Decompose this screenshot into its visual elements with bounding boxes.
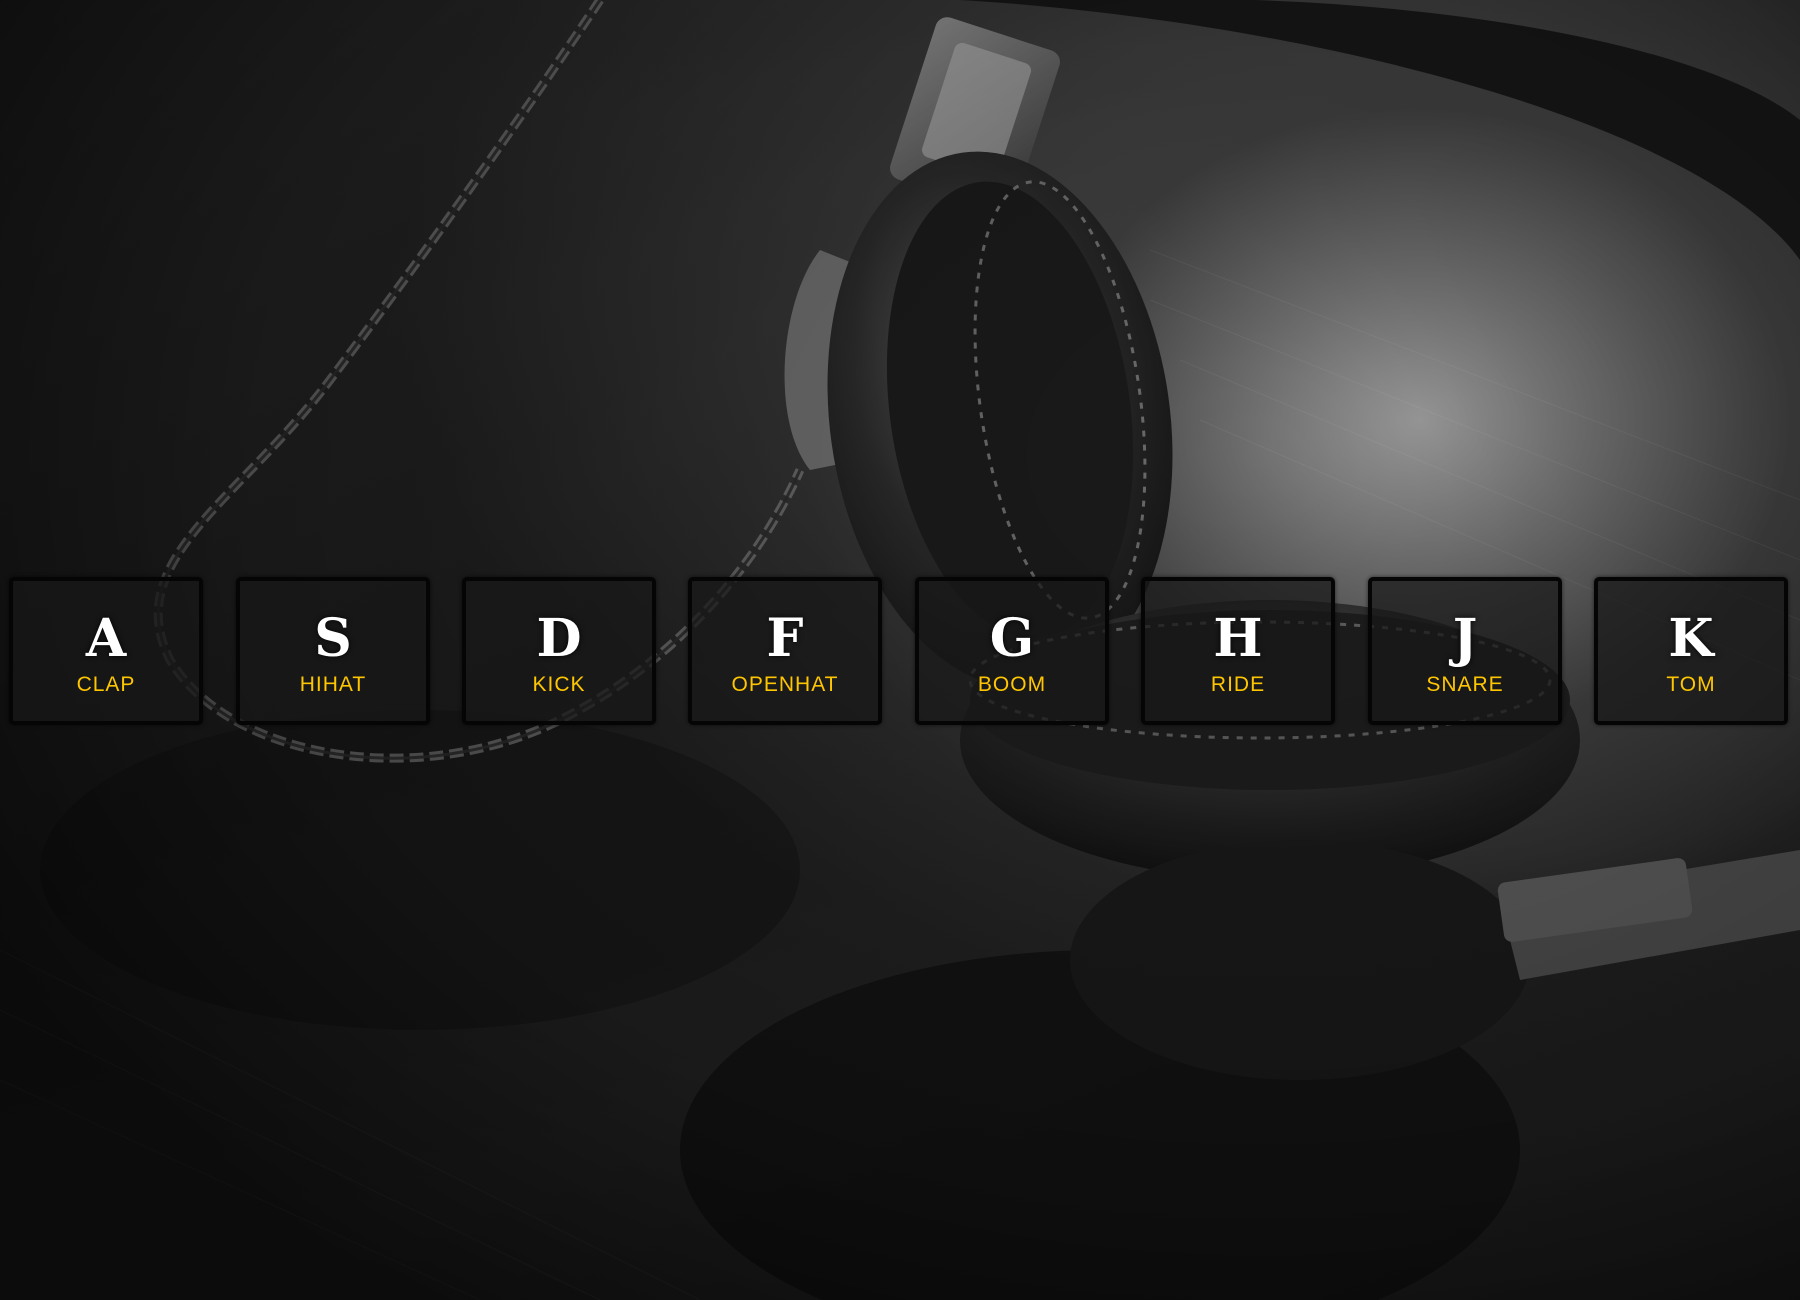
key-sound-label: SNARE bbox=[1426, 673, 1504, 696]
key-sound-label: HIHAT bbox=[299, 673, 367, 696]
key-sound-label: KICK bbox=[532, 673, 586, 696]
key-sound-label: BOOM bbox=[977, 673, 1047, 696]
key-h[interactable]: H RIDE bbox=[1141, 577, 1335, 725]
keys-row: A CLAP S HIHAT D KICK F OPENHAT G BOOM H… bbox=[0, 577, 1800, 725]
key-f[interactable]: F OPENHAT bbox=[688, 577, 882, 725]
key-sound-label: CLAP bbox=[76, 673, 136, 696]
key-g[interactable]: G BOOM bbox=[915, 577, 1109, 725]
key-s[interactable]: S HIHAT bbox=[236, 577, 430, 725]
key-letter: G bbox=[989, 608, 1035, 669]
key-k[interactable]: K TOM bbox=[1594, 577, 1788, 725]
key-d[interactable]: D KICK bbox=[462, 577, 656, 725]
key-letter: F bbox=[766, 608, 804, 669]
key-letter: K bbox=[1668, 608, 1714, 669]
key-a[interactable]: A CLAP bbox=[9, 577, 203, 725]
key-j[interactable]: J SNARE bbox=[1368, 577, 1562, 725]
key-sound-label: TOM bbox=[1666, 673, 1716, 696]
drum-kit-page: A CLAP S HIHAT D KICK F OPENHAT G BOOM H… bbox=[0, 0, 1800, 1300]
key-sound-label: OPENHAT bbox=[731, 673, 839, 696]
key-letter: S bbox=[314, 608, 352, 669]
key-letter: H bbox=[1213, 608, 1263, 669]
key-letter: J bbox=[1452, 608, 1478, 669]
key-sound-label: RIDE bbox=[1210, 673, 1266, 696]
key-letter: A bbox=[85, 608, 127, 669]
key-letter: D bbox=[536, 608, 582, 669]
